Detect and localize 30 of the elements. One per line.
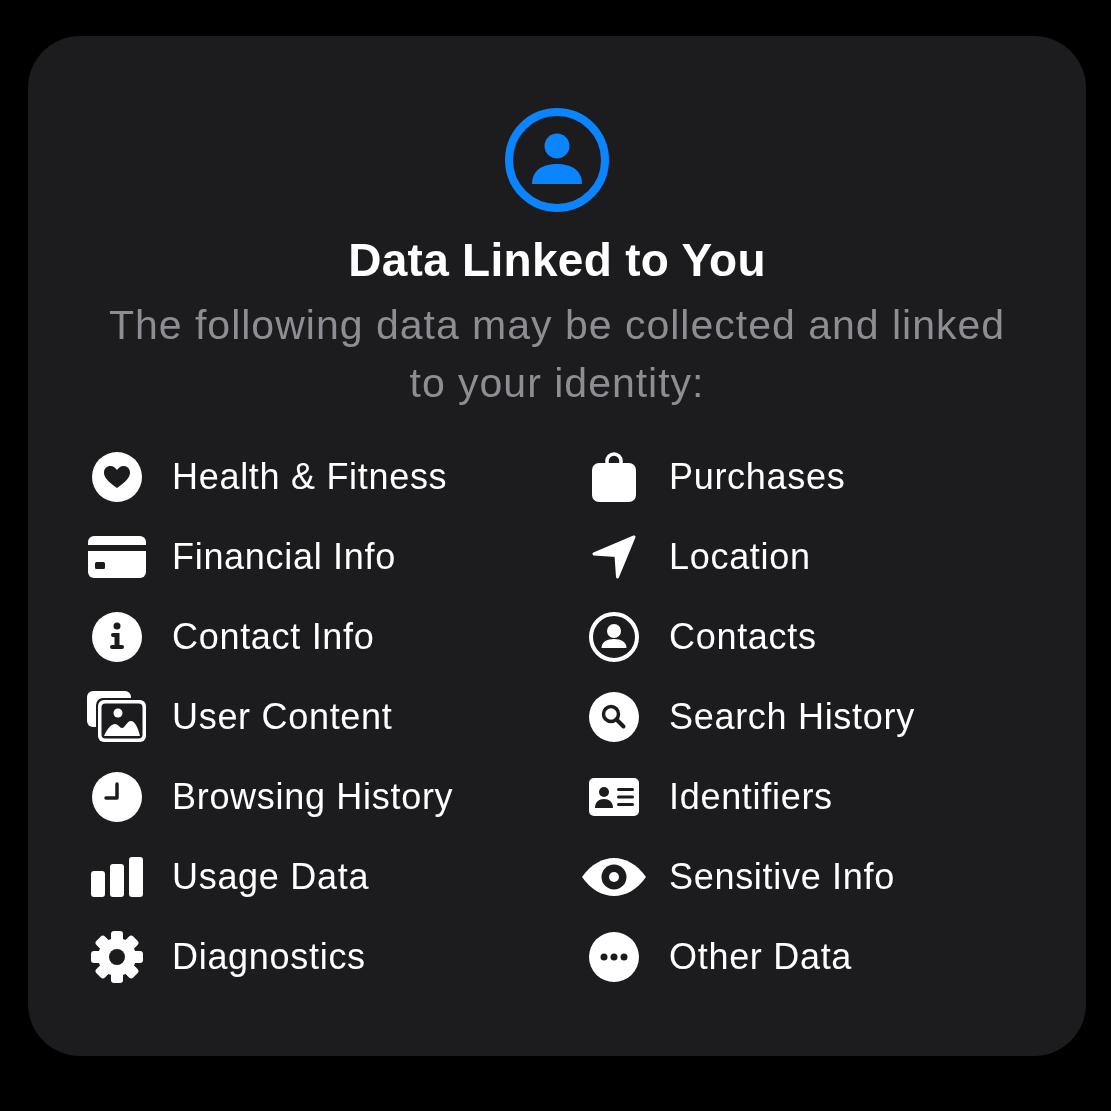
section-title: Data Linked to You [348,234,766,286]
person-circle-icon [589,612,639,662]
category-label: Contact Info [172,616,375,658]
category-label: Diagnostics [172,936,366,978]
category-label: Identifiers [669,776,833,818]
eye-icon [581,858,647,896]
category-label: Contacts [669,616,817,658]
gear-icon [91,931,143,983]
bar-chart-icon [91,857,143,897]
id-card-icon [589,778,639,816]
category-label: Sensitive Info [669,856,895,898]
category-label: Health & Fitness [172,456,448,498]
category-label: Usage Data [172,856,370,898]
category-label: Other Data [669,936,853,978]
category-label: Financial Info [172,536,396,578]
photos-icon [87,691,147,743]
category-label: Location [669,536,811,578]
info-icon [92,612,142,662]
clock-icon [92,772,142,822]
category-label: User Content [172,696,393,738]
location-arrow-icon [591,534,637,580]
description-text: The following data may be collected and linked to your identity: [107,301,1007,408]
person-circle-icon [505,108,609,212]
category-label: Browsing History [172,776,454,818]
ellipsis-icon [589,932,639,982]
category-label: Search History [669,696,915,738]
shopping-bag-icon [592,452,636,502]
category-label: Purchases [669,456,846,498]
credit-card-icon [88,536,146,578]
search-icon [589,692,639,742]
